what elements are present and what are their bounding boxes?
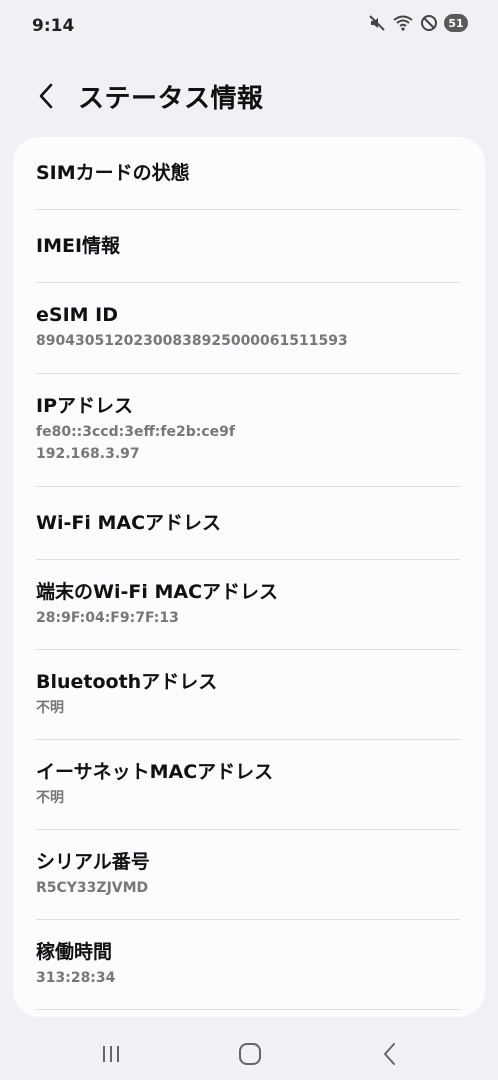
mute-icon xyxy=(368,14,386,32)
home-icon xyxy=(239,1043,261,1065)
wifi-6e-icon xyxy=(392,14,414,32)
item-value: 不明 xyxy=(36,700,64,716)
item-value: R5CY33ZJVMD xyxy=(36,880,149,896)
item-title: 稼働時間 xyxy=(36,941,113,963)
status-icons: 51 xyxy=(368,14,468,32)
item-value: 不明 xyxy=(36,790,64,806)
item-title: IMEI情報 xyxy=(36,235,121,257)
list-item-ethernet-mac: イーサネットMACアドレス 不明 xyxy=(36,740,460,830)
list-item-device-wifi-mac: 端末のWi-Fi MACアドレス 28:9F:04:F9:7F:13 xyxy=(36,560,460,650)
item-title: 端末のWi-Fi MACアドレス xyxy=(36,581,279,603)
recent-apps-icon xyxy=(103,1046,119,1062)
status-bar: 9:14 51 xyxy=(0,0,498,56)
navigation-bar xyxy=(0,1020,498,1080)
header: ステータス情報 xyxy=(0,72,498,122)
do-not-disturb-icon xyxy=(420,14,438,32)
back-arrow-icon xyxy=(39,83,53,109)
page-title: ステータス情報 xyxy=(78,84,264,114)
item-title: シリアル番号 xyxy=(36,851,150,873)
item-title: Wi-Fi MACアドレス xyxy=(36,512,222,534)
item-title: SIMカードの状態 xyxy=(36,162,190,184)
list-item-uptime: 稼働時間 313:28:34 xyxy=(36,920,460,1010)
battery-icon: 51 xyxy=(444,14,468,32)
status-info-list: SIMカードの状態 IMEI情報 eSIM ID 890430512023008… xyxy=(13,137,485,1017)
item-value: 313:28:34 xyxy=(36,970,116,986)
back-icon xyxy=(384,1043,395,1065)
item-value: fe80::3ccd:3eff:fe2b:ce9f xyxy=(36,424,235,440)
item-value: 28:9F:04:F9:7F:13 xyxy=(36,610,179,626)
list-item-imei[interactable]: IMEI情報 xyxy=(36,210,460,283)
status-time: 9:14 xyxy=(32,16,75,36)
list-item-wifi-mac[interactable]: Wi-Fi MACアドレス xyxy=(36,487,460,560)
item-title: イーサネットMACアドレス xyxy=(36,761,274,783)
item-title: eSIM ID xyxy=(36,304,119,326)
list-item-sim-status[interactable]: SIMカードの状態 xyxy=(36,137,460,210)
list-item-serial-number: シリアル番号 R5CY33ZJVMD xyxy=(36,830,460,920)
item-title: Bluetoothアドレス xyxy=(36,671,218,693)
list-item-bluetooth-address: Bluetoothアドレス 不明 xyxy=(36,650,460,740)
list-item-esim-id: eSIM ID 89043051202300838925000061511593 xyxy=(36,283,460,374)
back-button[interactable] xyxy=(30,80,62,112)
item-value: 89043051202300838925000061511593 xyxy=(36,333,348,349)
item-value-2: 192.168.3.97 xyxy=(36,446,140,462)
back-nav-button[interactable] xyxy=(370,1034,410,1074)
list-item-ip-address: IPアドレス fe80::3ccd:3eff:fe2b:ce9f 192.168… xyxy=(36,374,460,487)
recent-apps-button[interactable] xyxy=(91,1034,131,1074)
home-button[interactable] xyxy=(230,1034,270,1074)
item-title: IPアドレス xyxy=(36,395,133,417)
